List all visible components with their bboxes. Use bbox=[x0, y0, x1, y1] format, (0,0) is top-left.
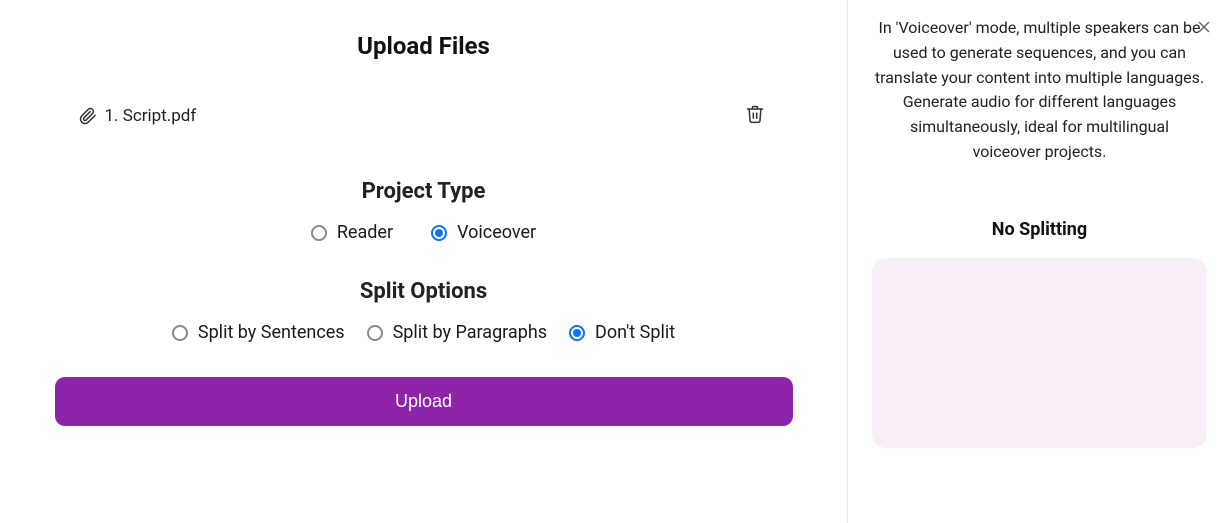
radio-label: Voiceover bbox=[457, 222, 536, 243]
radio-split-paragraphs[interactable]: Split by Paragraphs bbox=[367, 322, 547, 343]
radio-icon bbox=[569, 325, 585, 341]
project-type-group: Reader Voiceover bbox=[43, 222, 805, 243]
upload-button[interactable]: Upload bbox=[55, 377, 793, 426]
file-name: 1. Script.pdf bbox=[105, 106, 197, 126]
radio-label: Reader bbox=[337, 222, 393, 243]
file-row: 1. Script.pdf bbox=[43, 96, 805, 139]
radio-label: Don't Split bbox=[595, 322, 675, 343]
radio-icon bbox=[172, 325, 188, 341]
radio-label: Split by Sentences bbox=[198, 322, 345, 343]
page-title: Upload Files bbox=[43, 32, 805, 60]
radio-reader[interactable]: Reader bbox=[311, 222, 393, 243]
delete-file-button[interactable] bbox=[741, 100, 769, 131]
split-options-title: Split Options bbox=[43, 279, 805, 304]
radio-voiceover[interactable]: Voiceover bbox=[431, 222, 536, 243]
upload-panel: Upload Files 1. Script.pdf bbox=[0, 0, 847, 523]
attachment-icon bbox=[79, 107, 97, 125]
radio-label: Split by Paragraphs bbox=[393, 322, 547, 343]
radio-icon bbox=[367, 325, 383, 341]
close-icon bbox=[1195, 24, 1213, 39]
radio-icon bbox=[431, 225, 447, 241]
radio-icon bbox=[311, 225, 327, 241]
sidebar-subtitle: No Splitting bbox=[872, 219, 1207, 240]
info-sidebar: In 'Voiceover' mode, multiple speakers c… bbox=[847, 0, 1231, 523]
radio-split-sentences[interactable]: Split by Sentences bbox=[172, 322, 345, 343]
close-sidebar-button[interactable] bbox=[1191, 14, 1217, 40]
radio-split-none[interactable]: Don't Split bbox=[569, 322, 675, 343]
split-options-group: Split by Sentences Split by Paragraphs D… bbox=[43, 322, 805, 343]
trash-icon bbox=[745, 112, 765, 127]
file-info: 1. Script.pdf bbox=[79, 106, 197, 126]
project-type-title: Project Type bbox=[43, 179, 805, 204]
sidebar-description: In 'Voiceover' mode, multiple speakers c… bbox=[872, 16, 1207, 165]
preview-placeholder bbox=[872, 258, 1207, 448]
